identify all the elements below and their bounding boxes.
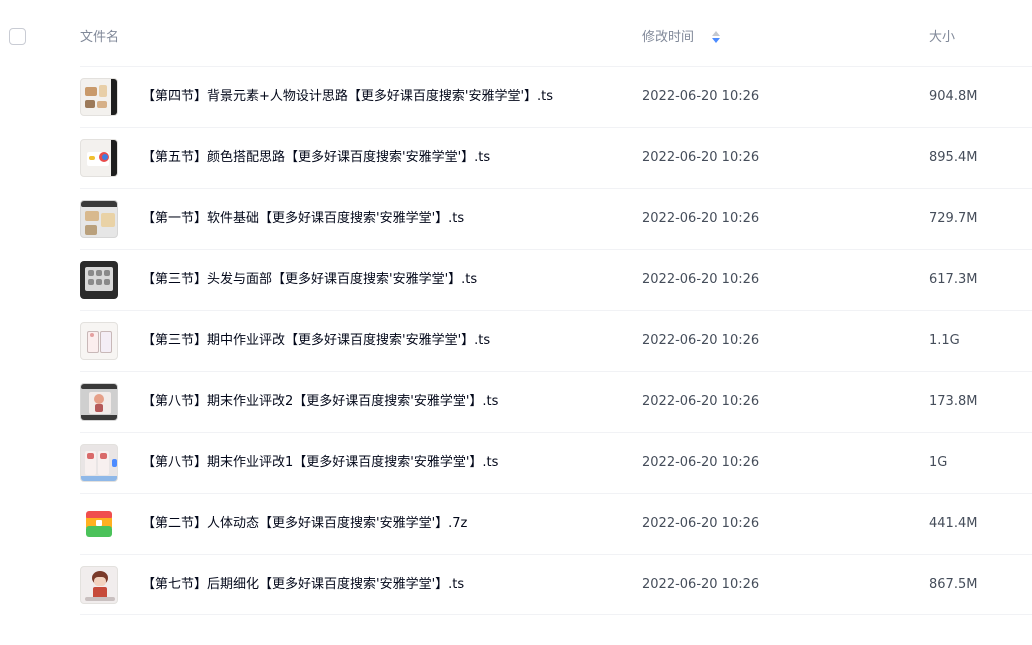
video-thumbnail bbox=[80, 322, 118, 360]
file-row[interactable]: 【第八节】期末作业评改1【更多好课百度搜索'安雅学堂'】.ts 2022-06-… bbox=[80, 432, 1032, 493]
file-modified-time: 2022-06-20 10:26 bbox=[642, 272, 760, 287]
file-name[interactable]: 【第一节】软件基础【更多好课百度搜索'安雅学堂'】.ts bbox=[142, 211, 464, 227]
file-size: 1.1G bbox=[929, 333, 960, 348]
file-modified-time: 2022-06-20 10:26 bbox=[642, 211, 760, 226]
file-size: 1G bbox=[929, 455, 948, 470]
column-header-size[interactable]: 大小 bbox=[929, 30, 955, 46]
column-header-modified-time[interactable]: 修改时间 bbox=[642, 30, 694, 46]
file-row[interactable]: 【第四节】背景元素+人物设计思路【更多好课百度搜索'安雅学堂'】.ts 2022… bbox=[80, 66, 1032, 127]
video-thumbnail bbox=[80, 139, 118, 177]
sort-icon[interactable] bbox=[711, 29, 721, 45]
select-all-checkbox[interactable] bbox=[9, 28, 26, 45]
file-row[interactable]: 【第三节】期中作业评改【更多好课百度搜索'安雅学堂'】.ts 2022-06-2… bbox=[80, 310, 1032, 371]
video-thumbnail bbox=[80, 444, 118, 482]
file-size: 904.8M bbox=[929, 89, 978, 104]
file-name[interactable]: 【第三节】期中作业评改【更多好课百度搜索'安雅学堂'】.ts bbox=[142, 333, 490, 349]
file-row[interactable]: 【第八节】期末作业评改2【更多好课百度搜索'安雅学堂'】.ts 2022-06-… bbox=[80, 371, 1032, 432]
file-size: 617.3M bbox=[929, 272, 978, 287]
file-size: 173.8M bbox=[929, 394, 978, 409]
video-thumbnail bbox=[80, 261, 118, 299]
file-list-header: 文件名 修改时间 大小 bbox=[0, 0, 1032, 66]
file-name[interactable]: 【第七节】后期细化【更多好课百度搜索'安雅学堂'】.ts bbox=[142, 577, 464, 593]
file-row[interactable]: 【第五节】颜色搭配思路【更多好课百度搜索'安雅学堂'】.ts 2022-06-2… bbox=[80, 127, 1032, 188]
column-header-name[interactable]: 文件名 bbox=[80, 30, 119, 46]
file-modified-time: 2022-06-20 10:26 bbox=[642, 89, 760, 104]
file-modified-time: 2022-06-20 10:26 bbox=[642, 577, 760, 592]
archive-icon bbox=[86, 511, 112, 537]
file-modified-time: 2022-06-20 10:26 bbox=[642, 394, 760, 409]
file-size: 867.5M bbox=[929, 577, 978, 592]
video-thumbnail bbox=[80, 200, 118, 238]
file-modified-time: 2022-06-20 10:26 bbox=[642, 455, 760, 470]
file-row[interactable]: 【第三节】头发与面部【更多好课百度搜索'安雅学堂'】.ts 2022-06-20… bbox=[80, 249, 1032, 310]
file-name[interactable]: 【第四节】背景元素+人物设计思路【更多好课百度搜索'安雅学堂'】.ts bbox=[142, 89, 553, 105]
file-name[interactable]: 【第五节】颜色搭配思路【更多好课百度搜索'安雅学堂'】.ts bbox=[142, 150, 490, 166]
file-name[interactable]: 【第三节】头发与面部【更多好课百度搜索'安雅学堂'】.ts bbox=[142, 272, 477, 288]
file-modified-time: 2022-06-20 10:26 bbox=[642, 150, 760, 165]
file-size: 895.4M bbox=[929, 150, 978, 165]
file-size: 729.7M bbox=[929, 211, 978, 226]
file-name[interactable]: 【第八节】期末作业评改2【更多好课百度搜索'安雅学堂'】.ts bbox=[142, 394, 498, 410]
file-size: 441.4M bbox=[929, 516, 978, 531]
video-thumbnail bbox=[80, 383, 118, 421]
video-thumbnail bbox=[80, 78, 118, 116]
file-row[interactable]: 【第一节】软件基础【更多好课百度搜索'安雅学堂'】.ts 2022-06-20 … bbox=[80, 188, 1032, 249]
file-modified-time: 2022-06-20 10:26 bbox=[642, 516, 760, 531]
file-modified-time: 2022-06-20 10:26 bbox=[642, 333, 760, 348]
file-row[interactable]: 【第七节】后期细化【更多好课百度搜索'安雅学堂'】.ts 2022-06-20 … bbox=[80, 554, 1032, 615]
file-row[interactable]: 【第二节】人体动态【更多好课百度搜索'安雅学堂'】.7z 2022-06-20 … bbox=[80, 493, 1032, 554]
file-name[interactable]: 【第八节】期末作业评改1【更多好课百度搜索'安雅学堂'】.ts bbox=[142, 455, 498, 471]
video-thumbnail bbox=[80, 566, 118, 604]
file-name[interactable]: 【第二节】人体动态【更多好课百度搜索'安雅学堂'】.7z bbox=[142, 516, 467, 532]
